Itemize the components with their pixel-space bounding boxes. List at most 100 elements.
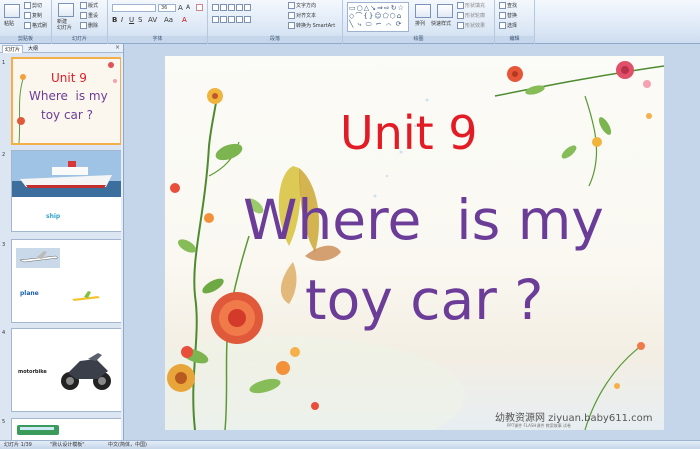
bold-button[interactable]: B [112, 16, 117, 24]
font-color-button[interactable]: A [182, 16, 187, 24]
reset-icon [80, 12, 87, 19]
ship-image [12, 151, 121, 197]
status-bar: 幻灯片 1/39 "默认设计模板" 中文(简体，中国) [0, 440, 700, 449]
motorbike-image [61, 353, 111, 390]
text-direction-button[interactable]: 文字方向 [288, 2, 316, 9]
clipboard-group: 粘贴 剪切 复制 格式刷 剪贴板 [0, 0, 52, 44]
smartart-button[interactable]: 转换为 SmartArt [288, 22, 335, 29]
format-painter-button[interactable]: 格式刷 [24, 22, 47, 29]
cursor-icon [499, 22, 506, 29]
align-text-button[interactable]: 对齐文本 [288, 12, 316, 19]
thumb-title: Unit 9 [51, 71, 87, 85]
thumb-caption: ship [46, 213, 61, 220]
bullets-button[interactable] [212, 4, 252, 11]
arrange-icon[interactable] [415, 4, 431, 18]
smartart-icon [288, 22, 295, 29]
slide-thumbnail-3[interactable]: plane [11, 239, 122, 323]
reset-button[interactable]: 重设 [80, 12, 98, 19]
italic-button[interactable]: I [121, 16, 123, 24]
decrease-indent-icon [228, 4, 235, 11]
font-name-combo[interactable] [112, 4, 156, 12]
delete-icon [80, 22, 87, 29]
slide-title[interactable]: Unit 9 [340, 106, 478, 160]
clipboard-group-label: 剪贴板 [0, 36, 51, 43]
layout-button[interactable]: 版式 [80, 2, 98, 9]
copy-icon [24, 12, 31, 19]
drawing-group: ▭○△↘⇒⇨↻☆ ◇⌒{}☺⬠⬡⌂ ╲ ⤷ ⬭ ⌐ ⌒ ⟳ 排列 快速样式 形状填充… [343, 0, 495, 44]
replace-icon [499, 12, 506, 19]
slide-number: 2 [2, 152, 6, 158]
grow-font-button[interactable]: A [178, 4, 183, 12]
strikethrough-button[interactable]: S [138, 16, 142, 24]
thumb-caption: plane [20, 290, 39, 297]
increase-indent-icon [236, 4, 243, 11]
underline-button[interactable]: U [129, 16, 134, 24]
slide-thumbnail-4[interactable]: motorbike [11, 328, 122, 412]
shape-outline-button[interactable]: 形状轮廓 [457, 12, 485, 19]
find-button[interactable]: 查找 [499, 2, 517, 9]
slides-group: 新建 幻灯片 版式 重设 删除 幻灯片 [52, 0, 108, 44]
editing-group: 查找 替换 选择 编辑 [495, 0, 535, 44]
watermark: 幼教资源网 ziyuan.baby611.com [495, 413, 653, 424]
effects-icon [457, 22, 464, 29]
font-size-combo[interactable]: 36 [158, 4, 176, 12]
columns-icon [244, 16, 251, 23]
panel-scrollbar[interactable] [121, 53, 123, 440]
quick-styles-icon[interactable] [437, 4, 453, 18]
align-buttons[interactable] [212, 16, 252, 23]
shrink-font-button[interactable]: A [186, 4, 190, 11]
slide-editor: Unit 9 Where is my toy car ? 幼教资源网 ziyua… [125, 44, 700, 440]
shape-fill-button[interactable]: 形状填充 [457, 2, 485, 9]
select-button[interactable]: 选择 [499, 22, 517, 29]
close-icon[interactable]: × [115, 44, 120, 51]
main-slide[interactable]: Unit 9 Where is my toy car ? 幼教资源网 ziyua… [165, 56, 664, 430]
tab-outline[interactable]: 大纲 [26, 45, 40, 53]
font-group: 36 A A B I U S AV Aa A 字体 [108, 0, 208, 44]
theme-name: "默认设计模板" [50, 442, 85, 448]
paste-icon[interactable] [4, 4, 20, 18]
ribbon: 粘贴 剪切 复制 格式刷 剪贴板 新建 幻灯片 版式 重设 删除 幻灯片 36 … [0, 0, 700, 44]
outline-icon [457, 12, 464, 19]
slides-group-label: 幻灯片 [52, 36, 107, 43]
slide-thumbnail-2[interactable]: ship [11, 150, 122, 232]
slides-panel: 幻灯片 大纲 × 1 Unit 9 Where is my toy car ? … [0, 44, 124, 440]
thumb-line1: Where is my [29, 89, 108, 103]
justify-icon [236, 16, 243, 23]
tab-slides[interactable]: 幻灯片 [2, 45, 24, 53]
scissors-icon [24, 2, 31, 9]
slide-count: 幻灯片 1/39 [4, 442, 32, 448]
align-right-icon [228, 16, 235, 23]
thumb-line2: toy car ? [41, 108, 94, 122]
paragraph-group: 文字方向 对齐文本 转换为 SmartArt 段落 [208, 0, 343, 44]
slide-number: 5 [2, 419, 6, 425]
toy-plane-image [72, 291, 100, 301]
paste-button[interactable]: 粘贴 [4, 20, 14, 27]
slide-number: 1 [2, 60, 6, 66]
clear-format-icon[interactable] [196, 4, 204, 11]
delete-slide-button[interactable]: 删除 [80, 22, 98, 29]
change-case-button[interactable]: Aa [164, 16, 173, 24]
shape-effects-button[interactable]: 形状效果 [457, 22, 485, 29]
slide-thumbnail-5[interactable] [11, 418, 122, 440]
panel-tabs: 幻灯片 大纲 × [0, 44, 123, 53]
align-left-icon [212, 16, 219, 23]
layout-icon [80, 2, 87, 9]
slide-question-line2[interactable]: toy car ? [305, 268, 543, 332]
arrange-button[interactable]: 排列 [415, 20, 425, 27]
watermark-subtitle: PPT课件 FLASH课件 教案故事 试卷 [507, 423, 571, 428]
new-slide-button[interactable]: 新建 幻灯片 [57, 19, 72, 31]
quick-styles-button[interactable]: 快速样式 [431, 20, 451, 27]
new-slide-icon[interactable] [58, 3, 74, 17]
slide-thumbnail-1[interactable]: Unit 9 Where is my toy car ? [11, 57, 122, 145]
char-spacing-button[interactable]: AV [148, 16, 157, 24]
replace-button[interactable]: 替换 [499, 12, 517, 19]
shapes-gallery[interactable]: ▭○△↘⇒⇨↻☆ ◇⌒{}☺⬠⬡⌂ ╲ ⤷ ⬭ ⌐ ⌒ ⟳ [347, 2, 409, 32]
cut-button[interactable]: 剪切 [24, 2, 42, 9]
copy-button[interactable]: 复制 [24, 12, 42, 19]
line-spacing-icon [244, 4, 251, 11]
language[interactable]: 中文(简体，中国) [108, 441, 147, 449]
slide-question-line1[interactable]: Where is my [243, 188, 604, 252]
bus-image [17, 425, 59, 435]
slide-number: 3 [2, 242, 6, 248]
editing-group-label: 编辑 [495, 36, 534, 43]
